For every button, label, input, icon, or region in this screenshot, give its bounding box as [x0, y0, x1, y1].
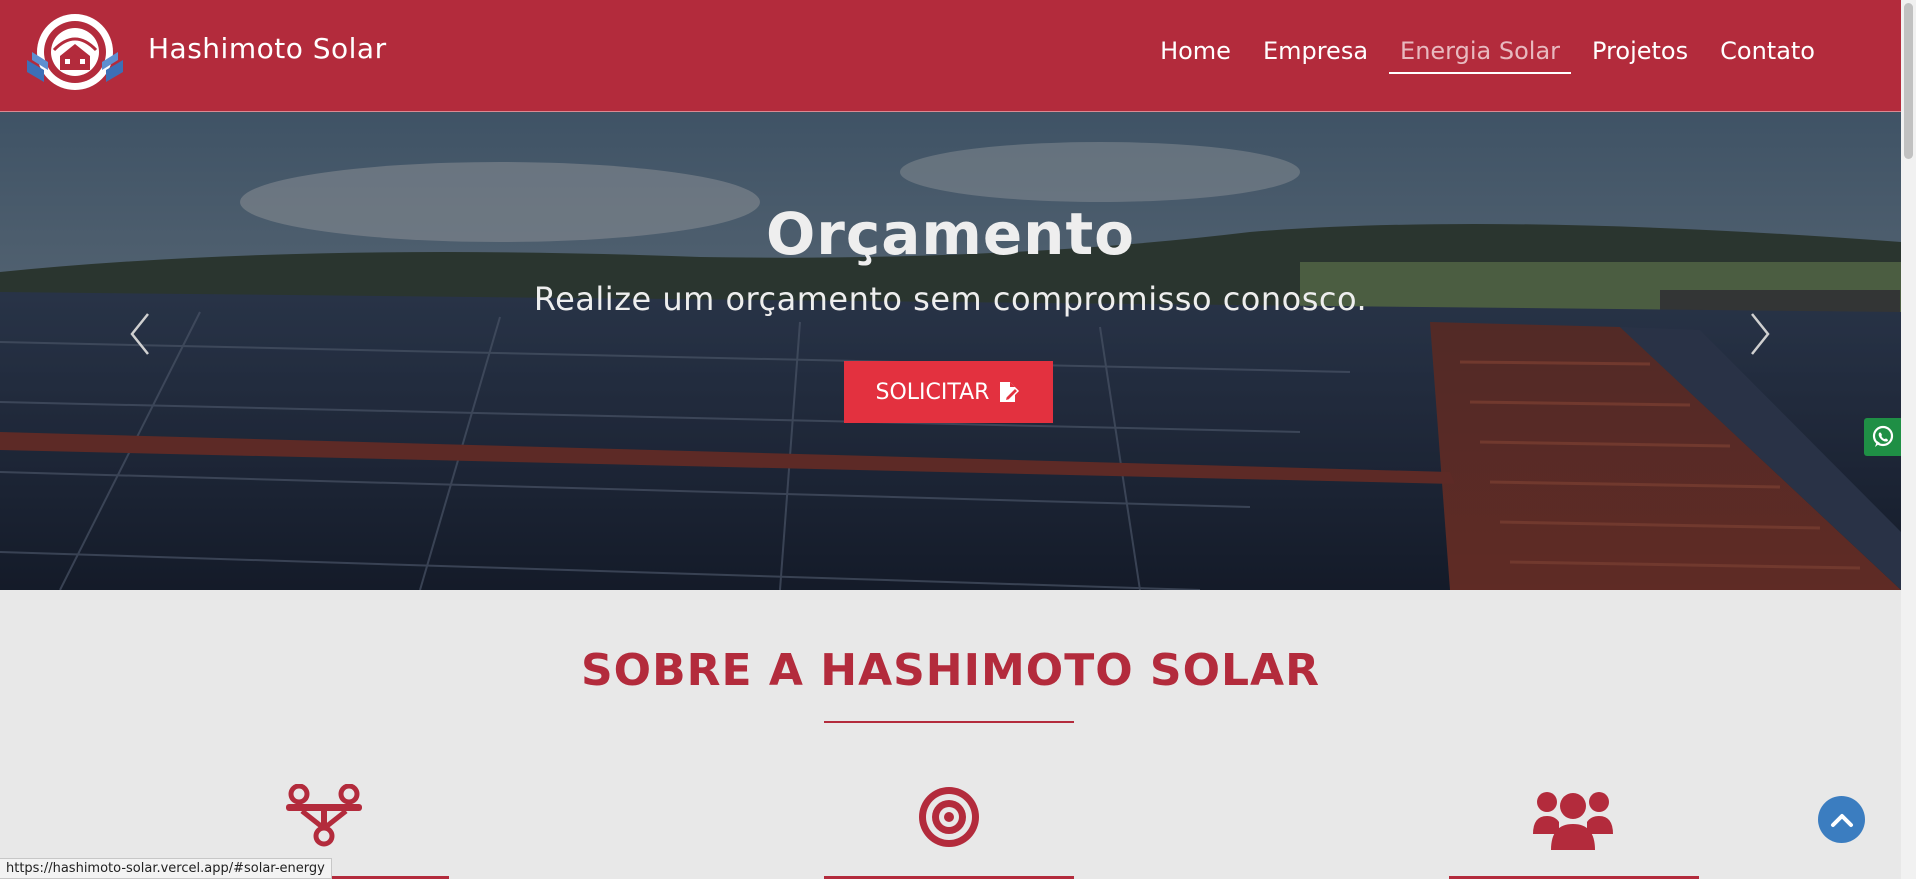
feature-1: [284, 783, 364, 852]
nav-item-home[interactable]: Home: [1144, 36, 1247, 74]
carousel-prev-button[interactable]: [120, 304, 160, 364]
main-nav: Home Empresa Energia Solar Projetos Cont…: [1144, 36, 1831, 74]
status-bar-url: https://hashimoto-solar.vercel.app/#sola…: [0, 858, 332, 879]
hero-subtitle: Realize um orçamento sem compromisso con…: [533, 280, 1368, 318]
back-to-top-button[interactable]: [1818, 796, 1865, 843]
hero-title: Orçamento: [765, 200, 1136, 268]
nav-item-projetos[interactable]: Projetos: [1576, 36, 1704, 74]
feature-3: [1533, 784, 1613, 854]
solicitar-button-label: SOLICITAR: [875, 379, 990, 405]
page-scrollbar[interactable]: [1901, 0, 1916, 879]
target-icon: [919, 787, 979, 847]
nav-item-empresa[interactable]: Empresa: [1247, 36, 1384, 74]
network-nodes-icon: [286, 783, 362, 847]
users-group-icon: [1533, 792, 1613, 850]
about-title-divider: [824, 721, 1074, 723]
brand-logo[interactable]: [24, 12, 126, 92]
chevron-left-icon: [130, 313, 149, 355]
feature-2: [916, 784, 982, 854]
logo-icon: [27, 14, 123, 90]
navbar: Hashimoto Solar Home Empresa Energia Sol…: [0, 0, 1901, 112]
hero-carousel: Orçamento Realize um orçamento sem compr…: [0, 112, 1901, 590]
about-title: SOBRE A HASHIMOTO SOLAR: [580, 645, 1320, 696]
nav-item-contato[interactable]: Contato: [1704, 36, 1831, 74]
solicitar-button[interactable]: SOLICITAR: [844, 361, 1053, 423]
hero-overlay: [0, 112, 1901, 590]
nav-item-energia-solar[interactable]: Energia Solar: [1389, 36, 1572, 74]
whatsapp-button[interactable]: [1864, 418, 1901, 456]
carousel-next-button[interactable]: [1740, 304, 1780, 364]
whatsapp-icon: [1872, 425, 1893, 447]
scrollbar-thumb[interactable]: [1904, 3, 1913, 159]
chevron-right-icon: [1751, 313, 1770, 355]
brand-name[interactable]: Hashimoto Solar: [148, 32, 387, 65]
page: Hashimoto Solar Home Empresa Energia Sol…: [0, 0, 1901, 879]
chevron-up-icon: [1830, 813, 1853, 827]
edit-document-icon: [1000, 382, 1020, 403]
